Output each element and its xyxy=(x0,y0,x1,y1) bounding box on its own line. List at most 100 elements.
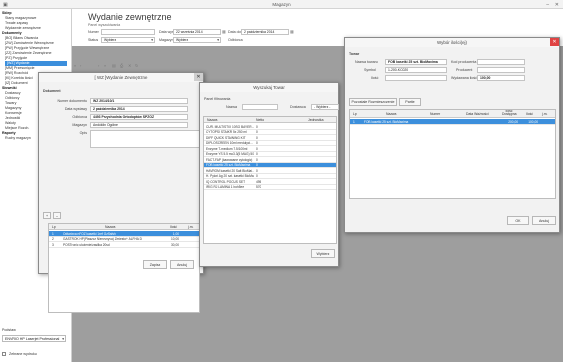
calendar-icon[interactable]: ▦ xyxy=(222,29,226,34)
tab-rozmieszczenie[interactable]: Pozostałe Rozmieszczenie xyxy=(349,98,397,106)
refresh-icon[interactable]: ↻ xyxy=(135,63,138,68)
wz-field-input[interactable] xyxy=(90,130,200,148)
qty-window-title: Wybór ilości(ej) xyxy=(345,38,559,47)
table-cell-name: DIFF QUICK STAINING KIT xyxy=(206,135,246,140)
col-date: Data Ważności xyxy=(466,112,489,116)
print-checkbox[interactable] xyxy=(2,352,6,357)
dostawca-value: - Wybierz - xyxy=(314,105,331,109)
table-row[interactable]: 1 FOB kasetki 25 szt. BioMaxima 200,00 100,… xyxy=(350,119,555,125)
wz-field-input[interactable]: WZ 2014/10/1 xyxy=(90,98,188,104)
kod-input[interactable] xyxy=(477,59,525,65)
wz-section-label: Dokument xyxy=(43,89,61,93)
table-cell-name: POSTronic ułożenie/zasilka 20sd xyxy=(63,242,110,247)
chevron-down-icon: ▾ xyxy=(151,38,153,42)
print-checkbox-label: Zebrane wydruku xyxy=(9,352,37,356)
wydawana-input[interactable]: 100,00 xyxy=(477,75,525,81)
remove-row-button[interactable]: – xyxy=(53,212,61,219)
chevron-down-icon: ▾ xyxy=(62,337,64,341)
symbol-value: 1-200-KC020 xyxy=(388,68,409,72)
date-to-input[interactable]: 2 października 2014 xyxy=(241,29,289,35)
table-cell-qty: 1,00 xyxy=(172,231,179,236)
first-page-icon[interactable]: « xyxy=(74,63,76,68)
sidebar-item[interactable]: Ruchy magazyn xyxy=(5,136,31,141)
col-netto: Netto xyxy=(256,118,265,122)
magazyn-select[interactable]: Wybierz ▾ xyxy=(173,37,221,43)
towar-input[interactable]: FOB kasetki 25 szt. BioMaxima xyxy=(385,59,447,65)
table-cell-netto: 0 xyxy=(256,135,258,140)
table-cell-netto: 0 xyxy=(256,163,258,168)
magazyn-value: Wybierz xyxy=(176,38,189,42)
name-input[interactable] xyxy=(242,104,278,110)
filter-panel-title: Panel filtrowania xyxy=(204,97,231,101)
save-button[interactable]: Zapisz xyxy=(143,260,167,269)
table-row[interactable]: IRIG RJ LAMINA 1 boh5ee 570 xyxy=(204,185,336,190)
cancel-button[interactable]: Anuluj xyxy=(532,216,556,225)
qty-section-label: Towar xyxy=(349,52,360,56)
table-cell-qty: 100,00 xyxy=(528,119,538,124)
dostawca-select[interactable]: - Wybierz - xyxy=(311,104,339,110)
choose-button[interactable]: Wybierz xyxy=(311,249,335,258)
status-select[interactable]: Wybierz ▾ xyxy=(101,37,155,43)
wz-field-label: Data wystawy xyxy=(64,107,87,111)
delete-icon[interactable]: ✕ xyxy=(128,63,131,68)
printer-label: Podstaw xyxy=(2,328,16,332)
table-cell-lp: 1 xyxy=(52,231,54,236)
ilosc-input[interactable] xyxy=(385,75,447,81)
new-document-icon[interactable]: ▤ xyxy=(112,63,116,68)
wz-field-input[interactable]: 2 października 2014 xyxy=(90,106,188,112)
print-checkbox-row[interactable]: Zebrane wydruku xyxy=(2,352,37,357)
date-to-value: 2 października 2014 xyxy=(244,30,275,34)
table-cell-netto: 0 xyxy=(256,152,258,157)
col-qty: Ilość xyxy=(170,225,177,229)
close-icon[interactable]: ✕ xyxy=(555,2,559,8)
status-value: Wybierz xyxy=(104,38,117,42)
table-cell-lp: 3 xyxy=(52,242,54,247)
symbol-input[interactable]: 1-200-KC020 xyxy=(385,67,447,73)
table-row[interactable]: 3 POSTronic ułożenie/zasilka 20sd 30,00 xyxy=(49,242,199,248)
qty-grid: Lp Nazwa Numer Data Ważności Ilość Dostę… xyxy=(349,109,556,199)
wz-field-input[interactable]: Andóklin Ogólne xyxy=(90,122,188,128)
tab-partie[interactable]: Partie xyxy=(399,98,421,106)
number-input[interactable] xyxy=(101,29,155,35)
close-icon[interactable]: ✕ xyxy=(550,38,559,46)
print-icon[interactable]: ⎙ xyxy=(120,63,123,68)
minimize-icon[interactable]: – xyxy=(546,2,549,8)
wz-field-input[interactable]: 4493 Przychodnia Ortodoptów SPZOZ xyxy=(90,114,188,120)
table-cell-name: CUR. MULTISTIX 10SG BAYER... xyxy=(206,124,254,129)
chevron-down-icon: ▾ xyxy=(217,38,219,42)
ok-button[interactable]: OK xyxy=(507,216,529,225)
table-cell-name: IQ CONTROL POCUS SET xyxy=(206,179,246,184)
product-grid: Nazwa Netto Jednostka CUR. MULTISTIX 10S… xyxy=(203,116,337,244)
wz-field-label: Odbiorca xyxy=(72,115,87,119)
producent-input[interactable] xyxy=(477,67,525,73)
table-cell-name: FOB kasetki 25 szt. BioMaxima xyxy=(364,119,409,124)
close-icon[interactable]: ✕ xyxy=(194,73,203,81)
page-subtitle: Panel wyszukiwania xyxy=(88,23,121,27)
col-available: Ilość Dostępna xyxy=(502,109,517,117)
date-from-value: 22 września 2014 xyxy=(176,30,203,34)
towar-label: Nazwa towaru xyxy=(355,60,378,64)
qty-grid-header: Lp Nazwa Numer Data Ważności Ilość Dostę… xyxy=(350,110,555,118)
table-cell-avail: 200,00 xyxy=(508,119,518,124)
next-page-icon[interactable]: › xyxy=(98,63,99,68)
wz-field-label: Magazyn xyxy=(72,123,87,127)
calendar-icon[interactable]: ▦ xyxy=(290,29,294,34)
table-cell-qty: 10,00 xyxy=(171,237,179,242)
table-cell-netto: 0 xyxy=(256,141,258,146)
add-row-button[interactable]: + xyxy=(43,212,51,219)
prev-page-icon[interactable]: ‹ xyxy=(80,63,81,68)
cancel-button[interactable]: Anuluj xyxy=(170,260,194,269)
col-name: Nazwa xyxy=(105,225,116,229)
printer-select[interactable]: ENVRIO HP Laserjet Professional ▾ xyxy=(2,335,66,342)
table-cell-name: IRIG RJ LAMINA 1 boh5ee xyxy=(206,185,245,190)
col-name: Nazwa xyxy=(207,118,218,122)
last-page-icon[interactable]: » xyxy=(104,63,106,68)
name-label: Nazwa xyxy=(226,105,237,109)
page-title: Wydanie zewnętrzne xyxy=(88,12,172,22)
app-titlebar: ▣ Magazyn – ✕ xyxy=(0,0,563,9)
number-label: Numer xyxy=(88,30,99,34)
wydawana-value: 100,00 xyxy=(480,76,491,80)
wz-field-label: Opis xyxy=(79,131,87,135)
date-from-input[interactable]: 22 września 2014 xyxy=(173,29,221,35)
col-unit: j.m. xyxy=(188,225,194,229)
